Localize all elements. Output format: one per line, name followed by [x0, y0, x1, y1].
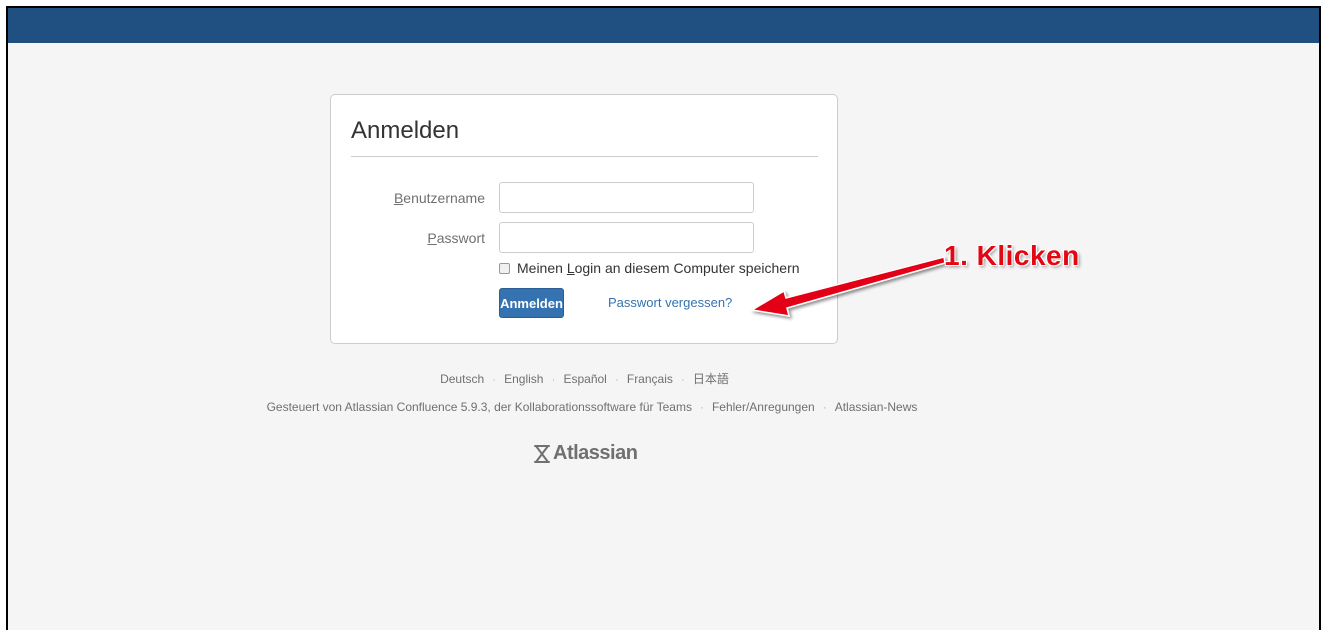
separator: · — [699, 400, 704, 414]
username-input[interactable] — [499, 182, 754, 213]
language-link[interactable]: English — [504, 372, 543, 386]
separator: · — [551, 372, 556, 386]
red-arrow-icon — [749, 256, 946, 317]
password-label-text: asswort — [436, 230, 485, 246]
separator: · — [492, 372, 497, 386]
atlassian-logo[interactable]: Atlassian — [533, 442, 638, 465]
separator: · — [680, 372, 685, 386]
report-issue-link[interactable]: Fehler/Anregungen — [712, 400, 815, 414]
remember-me-label-before: Meinen — [517, 260, 567, 276]
atlassian-icon — [534, 444, 550, 463]
separator: · — [822, 400, 827, 414]
language-link[interactable]: Deutsch — [440, 372, 484, 386]
header-bar — [8, 8, 1319, 43]
password-input[interactable] — [499, 222, 754, 253]
forgot-password-link[interactable]: Passwort vergessen? — [608, 295, 732, 310]
remember-me-checkbox[interactable] — [499, 262, 510, 274]
atlassian-logo-text: Atlassian — [553, 442, 638, 464]
separator: · — [614, 372, 619, 386]
language-link[interactable]: Français — [627, 372, 673, 386]
login-title: Anmelden — [351, 117, 460, 144]
language-link[interactable]: Español — [563, 372, 606, 386]
footer-links: Gesteuert von Atlassian Confluence 5.9.3… — [8, 400, 1176, 414]
browser-viewport: Anmelden Benutzername Passwort Meinen Lo… — [6, 6, 1321, 630]
atlassian-news-link[interactable]: Atlassian-News — [835, 400, 918, 414]
username-label: Benutzername — [394, 190, 485, 206]
title-divider — [351, 156, 818, 157]
annotation-label: 1. Klicken — [944, 240, 1080, 271]
remember-me-label-accesskey: L — [566, 260, 575, 276]
password-label: Passwort — [427, 230, 485, 246]
powered-by-link[interactable]: Gesteuert von Atlassian Confluence 5.9.3… — [267, 400, 692, 414]
login-button[interactable]: Anmelden — [499, 288, 564, 318]
language-link[interactable]: 日本語 — [693, 372, 729, 386]
username-label-accesskey: B — [393, 190, 404, 206]
password-label-accesskey: P — [427, 230, 437, 246]
username-label-text: enutzername — [403, 190, 485, 206]
language-selector: Deutsch · English · Español · Français · 日本語 — [8, 370, 1161, 387]
